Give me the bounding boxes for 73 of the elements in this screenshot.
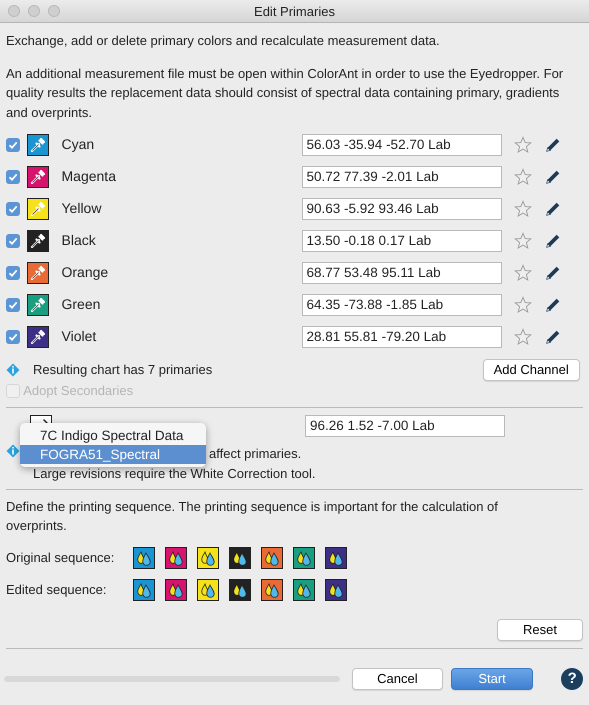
eyedropper-icon [30, 168, 46, 184]
sequence-label: Edited sequence: [6, 581, 108, 600]
eyedropper-icon [30, 264, 46, 280]
checkbox[interactable] [6, 202, 20, 216]
eyedropper-swatch[interactable] [26, 326, 48, 348]
primary-name: Cyan [62, 135, 96, 154]
info-text: affect primaries. [209, 446, 302, 461]
sequence-label: Original sequence: [6, 549, 116, 568]
info-icon [6, 363, 20, 377]
eyedropper-swatch[interactable] [26, 294, 48, 316]
ink-icon[interactable] [165, 579, 187, 601]
add-channel-button[interactable]: Add Channel [482, 359, 580, 381]
ink-icon[interactable] [229, 579, 251, 601]
star-icon[interactable] [514, 200, 532, 218]
star-icon[interactable] [514, 168, 532, 186]
ink-icon[interactable] [261, 579, 283, 601]
lab-field[interactable]: 50.72 77.39 -2.01 Lab [302, 166, 502, 188]
star-icon[interactable] [514, 136, 532, 154]
sequence-text: Define the printing sequence. The printing sequence is important for the calculation of overprints. [6, 498, 499, 535]
star-icon[interactable] [514, 232, 532, 250]
primary-name: Yellow [62, 199, 102, 218]
eyedropper-icon [30, 328, 46, 344]
star-icon[interactable] [514, 328, 532, 346]
lab-field[interactable]: 28.81 55.81 -79.20 Lab [302, 326, 502, 348]
eyedropper-swatch[interactable] [26, 134, 48, 156]
lab-field[interactable]: 90.63 -5.92 93.46 Lab [302, 198, 502, 220]
primary-name: Orange [62, 263, 110, 282]
eyedropper-icon [30, 296, 46, 312]
lab-field[interactable]: 13.50 -0.18 0.17 Lab [302, 230, 502, 252]
ink-icon[interactable] [133, 547, 155, 569]
ink-icon[interactable] [293, 579, 315, 601]
eyedropper-icon [30, 136, 46, 152]
primary-name: Magenta [62, 167, 117, 186]
ink-icon[interactable] [197, 579, 219, 601]
primary-name: Green [62, 295, 102, 314]
ink-icon[interactable] [325, 579, 347, 601]
lab-field[interactable]: 56.03 -35.94 -52.70 Lab [302, 134, 502, 156]
ink-icon[interactable] [325, 547, 347, 569]
checkbox[interactable] [6, 266, 20, 280]
eyedropper-icon [30, 200, 46, 216]
lab-field[interactable]: 64.35 -73.88 -1.85 Lab [302, 294, 502, 316]
ink-icon[interactable] [133, 579, 155, 601]
eyedropper-swatch[interactable] [26, 198, 48, 220]
star-icon[interactable] [514, 264, 532, 282]
ink-icon[interactable] [261, 547, 283, 569]
eyedropper-swatch[interactable] [26, 262, 48, 284]
primary-name: Violet [62, 327, 98, 346]
checkbox[interactable] [6, 330, 20, 344]
eyedropper-swatch[interactable] [26, 230, 48, 252]
help-icon[interactable]: ? [561, 668, 583, 690]
info-icon [6, 444, 20, 458]
reset-button[interactable]: Reset [497, 619, 583, 641]
checkbox[interactable] [6, 138, 20, 152]
summary-text: Resulting chart has 7 primaries [33, 361, 214, 380]
ink-icon[interactable] [229, 547, 251, 569]
info-text: Large revisions require the White Correction tool. [33, 466, 316, 480]
note-text: An additional measurement file must be open within ColorAnt in order to use the Eyedropper. For quality results the replacement data should consist of spectral data containing primary, gradients and overprints. [6, 64, 564, 122]
lab-field[interactable]: 68.77 53.48 95.11 Lab [302, 262, 502, 284]
checkbox[interactable] [6, 298, 20, 312]
checkbox[interactable] [6, 234, 20, 248]
ink-icon[interactable] [293, 547, 315, 569]
menu-item[interactable]: 7C Indigo Spectral Data [20, 426, 206, 445]
ink-icon[interactable] [197, 547, 219, 569]
eyedropper-swatch[interactable] [26, 166, 48, 188]
ink-icon[interactable] [165, 547, 187, 569]
window-title: Edit Primaries [254, 4, 335, 19]
star-icon[interactable] [514, 296, 532, 314]
intro-text: Exchange, add or delete primary colors and recalculate measurement data. [6, 32, 441, 50]
cancel-button[interactable]: Cancel [352, 668, 443, 690]
lab-field[interactable]: 96.26 1.52 -7.00 Lab [305, 414, 505, 436]
checkbox[interactable] [6, 170, 20, 184]
eyedropper-icon [30, 232, 46, 248]
primary-name: Black [62, 231, 97, 250]
